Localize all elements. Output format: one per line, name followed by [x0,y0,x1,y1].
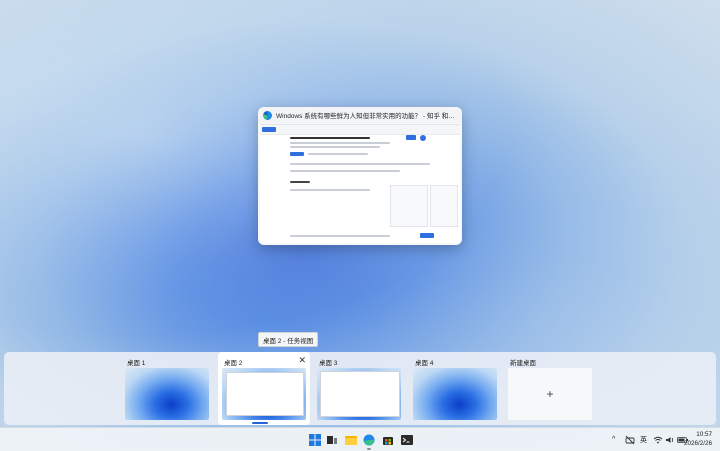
answer-heading-thumb [290,181,310,183]
file-explorer-icon[interactable] [345,433,357,445]
system-clock[interactable]: 10:57 2026/2/26 [684,431,712,448]
edge-browser-icon[interactable] [363,433,375,446]
desktop-thumbnail [125,368,209,420]
wifi-icon[interactable] [653,428,663,451]
new-desktop[interactable]: 新建桌面 + [508,352,594,425]
question-desc-thumb [290,146,380,148]
virtual-desktops-panel: 桌面 1 桌面 2 ✕ 桌面 3 桌面 4 新建桌面 + [4,352,716,425]
taskbar: ^ 英 10:57 2026/2/26 [0,427,720,451]
add-desktop-button[interactable]: + [508,368,592,420]
follow-button-thumb [290,152,304,156]
desktop-4[interactable]: 桌面 4 [413,352,499,425]
question-desc-thumb [290,142,390,144]
browser-toolbar-thumb [260,125,460,135]
ask-button-thumb [406,135,416,140]
publish-button-thumb [420,233,434,238]
start-icon[interactable] [309,433,321,446]
footer-bar-thumb [290,235,390,237]
avatar-thumb [420,135,426,141]
wallpaper-bloom [413,368,497,420]
window-preview-edge[interactable]: Windows 系统有哪些鲜为人知但非常实用的功能？ - 知乎 和另外 2 个页… [258,107,462,245]
site-logo-thumb [262,127,276,132]
window-title: Windows 系统有哪些鲜为人知但非常实用的功能？ - 知乎 和另外 2 个页… [276,113,457,120]
desktop-label: 桌面 1 [127,360,146,367]
desktop-3[interactable]: 桌面 3 [317,352,403,425]
plus-icon: + [546,387,554,401]
sidebar-card-thumb [430,185,458,227]
page-thumbnail [260,124,460,243]
task-view-icon[interactable] [326,433,338,445]
editor-toolbar-thumb [290,170,400,172]
desktop-thumbnail [222,368,306,420]
edge-icon [263,110,272,120]
desktop-2[interactable]: 桌面 2 ✕ [218,352,310,425]
window-thumbnail [320,371,400,417]
input-method-indicator[interactable]: 英 [640,428,647,451]
desktop-tooltip: 桌面 2 - 任务视图 [258,332,319,347]
show-hidden-icons-chevron-icon[interactable]: ^ [612,428,615,451]
desktop-label: 桌面 2 [224,360,243,367]
network-status-icon[interactable] [625,428,635,451]
store-icon[interactable] [382,433,394,445]
window-thumbnail [226,372,304,416]
terminal-icon[interactable] [401,433,413,445]
clock-time: 10:57 [696,431,712,438]
question-title-thumb [290,137,370,139]
volume-icon[interactable] [665,428,675,451]
desktop-thumbnail [413,368,497,420]
active-desktop-indicator [252,422,268,424]
wallpaper-bloom [125,368,209,420]
desktop-label: 桌面 4 [415,360,434,367]
desktop-thumbnail [317,368,401,420]
desktop-1[interactable]: 桌面 1 [125,352,211,425]
answer-text-thumb [290,189,370,191]
sidebar-card-thumb [390,185,428,227]
new-desktop-label: 新建桌面 [510,360,536,367]
clock-date: 2026/2/26 [683,439,712,447]
editor-toolbar-thumb [290,163,430,165]
window-title-bar: Windows 系统有哪些鲜为人知但非常实用的功能？ - 知乎 和另外 2 个页… [258,107,462,123]
desktop-label: 桌面 3 [319,360,338,367]
close-icon[interactable]: ✕ [298,355,306,366]
action-row-thumb [308,153,368,155]
